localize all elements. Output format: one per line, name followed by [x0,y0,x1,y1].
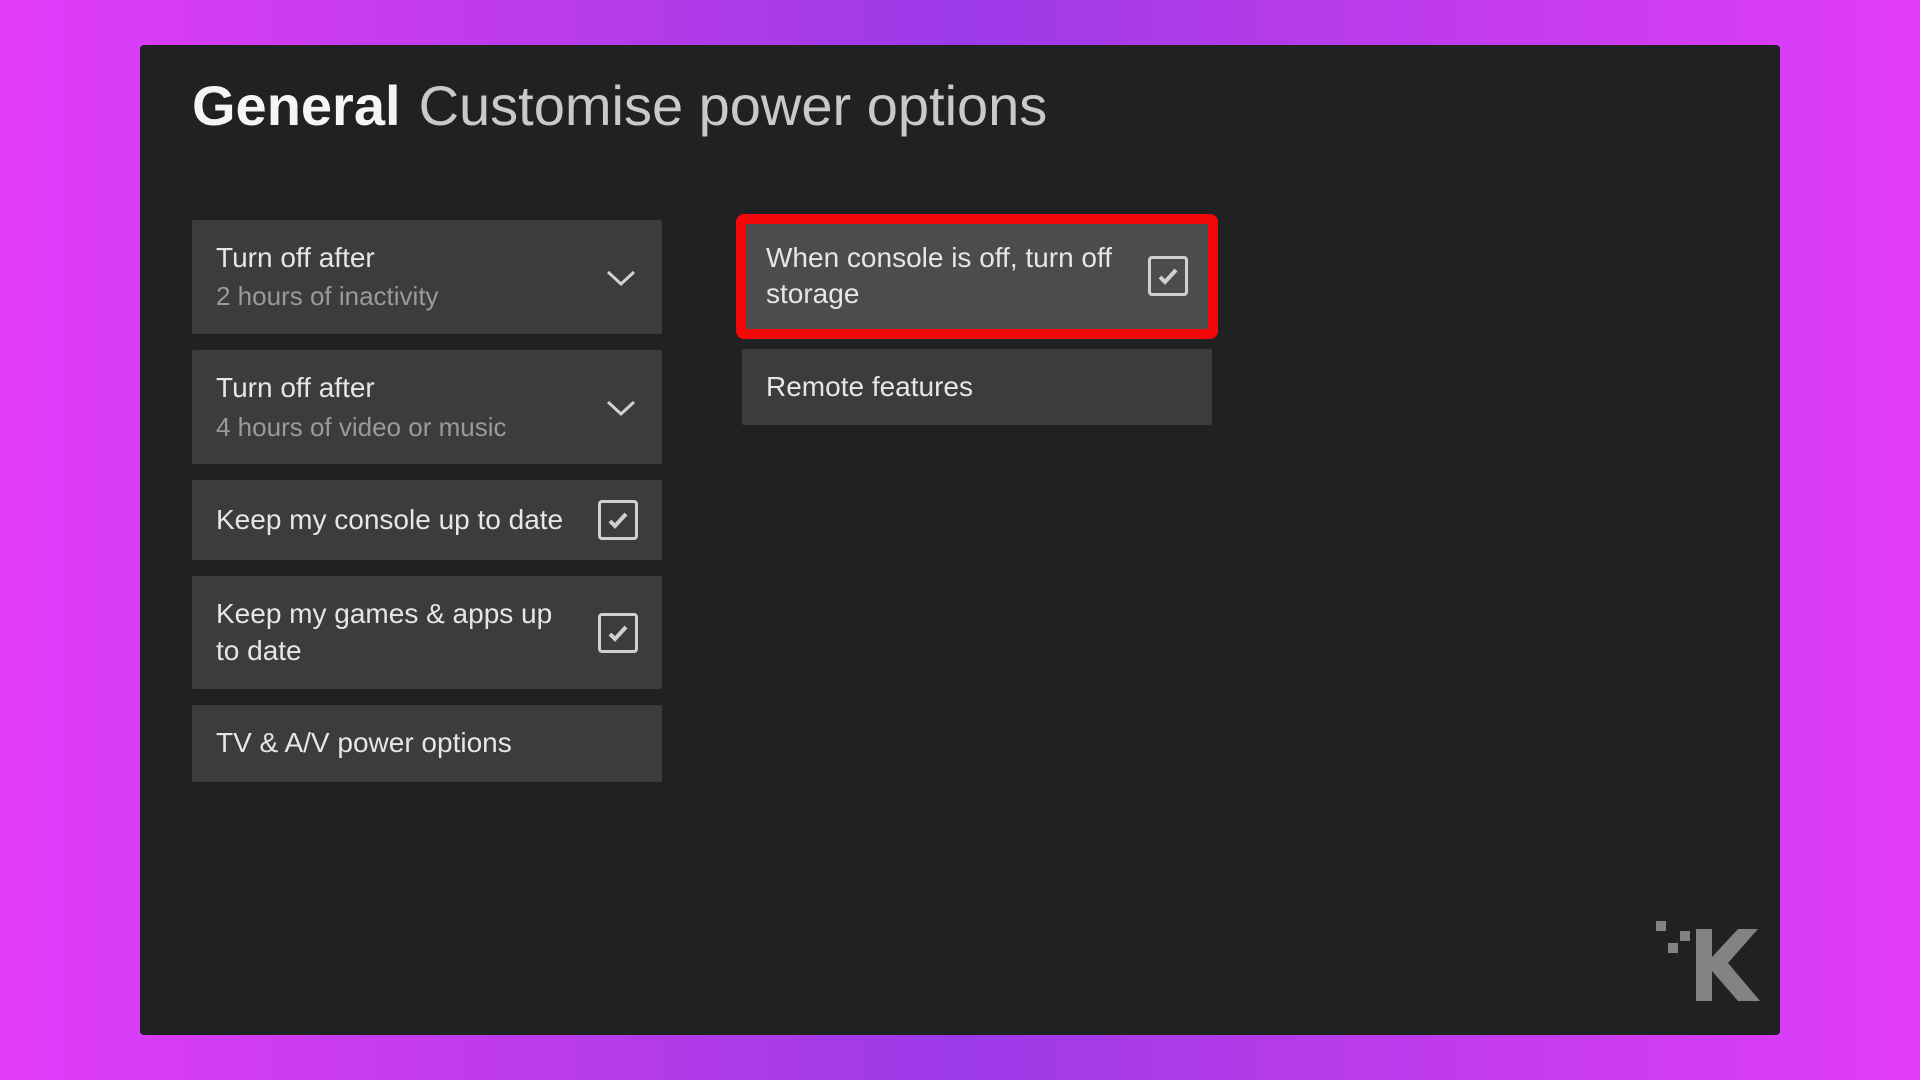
remote-features-button[interactable]: Remote features [742,349,1212,425]
left-column: Turn off after 2 hours of inactivity Tur… [192,220,662,782]
tv-av-power-button[interactable]: TV & A/V power options [192,705,662,781]
page-title: General Customise power options [192,73,1728,138]
console-update-checkbox[interactable]: Keep my console up to date [192,480,662,560]
right-column: When console is off, turn off storage Re… [742,220,1212,782]
turn-off-inactivity-value: 2 hours of inactivity [216,280,588,314]
checkbox-checked-icon [598,613,638,653]
storage-off-label: When console is off, turn off storage [766,240,1132,313]
remote-features-label: Remote features [766,369,1172,405]
watermark-logo [1652,917,1762,1007]
turn-off-media-label: Turn off after [216,370,588,406]
settings-panel: General Customise power options Turn off… [140,45,1780,1035]
turn-off-media-dropdown[interactable]: Turn off after 4 hours of video or music [192,350,662,464]
turn-off-media-value: 4 hours of video or music [216,411,588,445]
breadcrumb-section: General [192,73,401,138]
checkbox-checked-icon [598,500,638,540]
turn-off-inactivity-dropdown[interactable]: Turn off after 2 hours of inactivity [192,220,662,334]
chevron-down-icon [604,266,638,288]
console-update-label: Keep my console up to date [216,502,582,538]
storage-off-checkbox[interactable]: When console is off, turn off storage [742,220,1212,333]
checkbox-checked-icon [1148,256,1188,296]
breadcrumb-title: Customise power options [419,73,1048,138]
turn-off-inactivity-label: Turn off after [216,240,588,276]
chevron-down-icon [604,396,638,418]
settings-columns: Turn off after 2 hours of inactivity Tur… [192,220,1728,782]
games-update-checkbox[interactable]: Keep my games & apps up to date [192,576,662,689]
games-update-label: Keep my games & apps up to date [216,596,582,669]
tv-av-power-label: TV & A/V power options [216,725,622,761]
